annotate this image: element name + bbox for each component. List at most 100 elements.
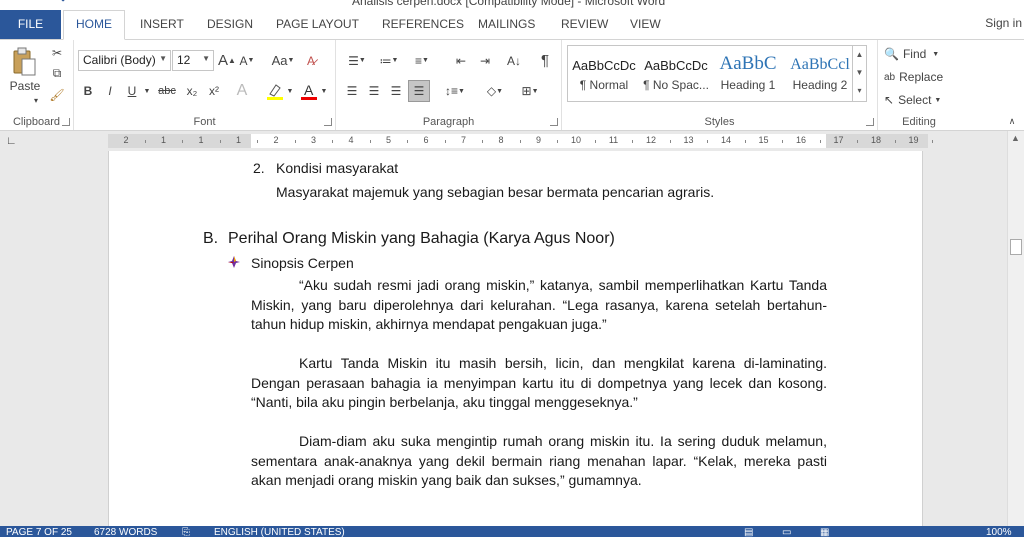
style-no-spacing[interactable]: AaBbCcDc ¶ No Spac... bbox=[640, 46, 712, 101]
ribbon: Paste ▾ ✂ ⧉ 🖌 Clipboard Calibri (Body) ▼… bbox=[0, 39, 1024, 131]
text-effects-icon[interactable]: A bbox=[232, 81, 252, 101]
font-color-icon[interactable]: A bbox=[298, 81, 320, 101]
italic-button[interactable]: I bbox=[100, 81, 120, 101]
style-normal[interactable]: AaBbCcDc ¶ Normal bbox=[568, 46, 640, 101]
word-count[interactable]: 6728 WORDS bbox=[94, 527, 157, 537]
tab-selector-icon[interactable]: ∟ bbox=[6, 135, 17, 147]
style-name: Heading 1 bbox=[720, 78, 776, 92]
style-name: Heading 2 bbox=[792, 78, 848, 92]
sub-heading: Sinopsis Cerpen bbox=[251, 255, 354, 271]
print-layout-icon[interactable]: ▭ bbox=[782, 527, 791, 537]
window-title: Analisis cerpen.docx [Compatibility Mode… bbox=[352, 0, 666, 8]
chevron-up-icon[interactable]: ▲ bbox=[853, 46, 866, 64]
paragraph: “Aku sudah resmi jadi orang miskin,” kat… bbox=[251, 277, 827, 332]
zoom-level[interactable]: 100% bbox=[986, 527, 1012, 537]
borders-icon[interactable]: ⊞ ▼ bbox=[514, 81, 546, 101]
styles-scroll[interactable]: ▲ ▼ ▾ bbox=[852, 46, 866, 101]
line-spacing-icon[interactable]: ↕≡ ▼ bbox=[440, 81, 470, 101]
strikethrough-button[interactable]: abc bbox=[154, 81, 180, 101]
paragraph-launcher-icon[interactable] bbox=[550, 118, 558, 126]
highlight-dropdown-icon[interactable]: ▼ bbox=[286, 81, 294, 101]
web-layout-icon[interactable]: ▦ bbox=[820, 527, 829, 537]
tab-design[interactable]: DESIGN bbox=[207, 17, 253, 31]
styles-launcher-icon[interactable] bbox=[866, 118, 874, 126]
font-family-select[interactable]: Calibri (Body) ▼ bbox=[78, 50, 171, 71]
underline-button[interactable]: U bbox=[122, 81, 142, 101]
shrink-font-button[interactable]: A ▼ bbox=[238, 50, 256, 71]
vertical-scrollbar[interactable]: ▲ bbox=[1007, 131, 1024, 526]
align-left-icon[interactable]: ☰ bbox=[342, 81, 362, 101]
undo-icon[interactable]: ↶ bbox=[60, 0, 71, 8]
document-page[interactable]: 2. Kondisi masyarakat Masyarakat majemuk… bbox=[108, 151, 923, 526]
tab-page-layout[interactable]: PAGE LAYOUT bbox=[276, 17, 359, 31]
replace-button[interactable]: ab Replace bbox=[884, 67, 960, 87]
find-icon: 🔍 bbox=[884, 47, 899, 61]
align-center-icon[interactable]: ☰ bbox=[364, 81, 384, 101]
sign-in-link[interactable]: Sign in bbox=[985, 16, 1022, 30]
change-case-icon: Aa bbox=[271, 53, 288, 68]
cut-icon[interactable]: ✂ bbox=[48, 44, 66, 62]
clipboard-launcher-icon[interactable] bbox=[62, 118, 70, 126]
paste-icon[interactable] bbox=[6, 46, 42, 78]
decrease-indent-icon[interactable]: ⇤ bbox=[450, 50, 472, 71]
highlight-icon[interactable] bbox=[264, 81, 286, 101]
read-mode-icon[interactable]: ▤ bbox=[744, 527, 753, 537]
font-launcher-icon[interactable] bbox=[324, 118, 332, 126]
style-heading-1[interactable]: AaBbC Heading 1 bbox=[712, 46, 784, 101]
change-case-button[interactable]: Aa ▼ bbox=[268, 50, 298, 71]
paragraph-group-label: Paragraph bbox=[422, 116, 475, 128]
ruler-tick bbox=[294, 140, 296, 143]
justify-icon[interactable]: ☰ bbox=[408, 80, 430, 102]
tab-file[interactable]: FILE bbox=[0, 10, 61, 39]
more-styles-icon[interactable]: ▾ bbox=[853, 82, 866, 100]
chevron-down-icon[interactable]: ▼ bbox=[853, 64, 866, 82]
ruler-tick bbox=[632, 140, 634, 143]
font-size-value: 12 bbox=[177, 53, 191, 67]
numbering-icon[interactable]: ≔ ▼ bbox=[374, 50, 404, 71]
bold-button[interactable]: B bbox=[78, 81, 98, 101]
bullets-icon[interactable]: ☰ ▼ bbox=[342, 50, 372, 71]
collapse-ribbon-icon[interactable]: ∧ bbox=[1004, 114, 1020, 128]
superscript-button[interactable]: x² bbox=[204, 81, 224, 101]
style-heading-2[interactable]: AaBbCcl Heading 2 bbox=[784, 46, 856, 101]
tab-references[interactable]: REFERENCES bbox=[382, 17, 464, 31]
font-size-select[interactable]: 12 ▼ bbox=[172, 50, 214, 71]
tab-review[interactable]: REVIEW bbox=[561, 17, 608, 31]
grow-font-button[interactable]: A ▲ bbox=[218, 50, 236, 71]
font-color-dropdown-icon[interactable]: ▼ bbox=[320, 81, 328, 101]
proofing-icon[interactable]: ⎘ bbox=[182, 527, 190, 537]
page-count[interactable]: PAGE 7 OF 25 bbox=[6, 527, 72, 537]
ruler-tick bbox=[444, 140, 446, 143]
align-right-icon[interactable]: ☰ bbox=[386, 81, 406, 101]
section-heading: Perihal Orang Miskin yang Bahagia (Karya… bbox=[228, 230, 615, 247]
document-area[interactable]: 2. Kondisi masyarakat Masyarakat majemuk… bbox=[0, 151, 1007, 526]
tab-insert[interactable]: INSERT bbox=[140, 17, 184, 31]
language[interactable]: ENGLISH (UNITED STATES) bbox=[214, 527, 345, 537]
status-bar: PAGE 7 OF 25 6728 WORDS ⎘ ENGLISH (UNITE… bbox=[0, 526, 1024, 537]
font-group-label: Font bbox=[193, 116, 216, 128]
underline-dropdown-icon[interactable]: ▼ bbox=[142, 81, 152, 101]
select-button[interactable]: ↖ Select ▼ bbox=[884, 90, 960, 110]
style-name: ¶ Normal bbox=[579, 78, 629, 92]
shading-icon[interactable]: ◇ ▼ bbox=[480, 81, 510, 101]
increase-indent-icon[interactable]: ⇥ bbox=[474, 50, 496, 71]
sort-icon[interactable]: A↓ bbox=[502, 50, 526, 71]
clear-formatting-icon[interactable]: A̷ bbox=[300, 50, 322, 71]
multilevel-list-icon[interactable]: ≡ ▼ bbox=[406, 50, 438, 71]
ruler-number: 9 bbox=[535, 135, 542, 145]
list-item-number: 2. bbox=[253, 160, 265, 176]
show-marks-button[interactable]: ¶ bbox=[534, 50, 556, 71]
format-painter-icon[interactable]: 🖌 bbox=[48, 86, 66, 104]
tab-mailings[interactable]: MAILINGS bbox=[478, 17, 535, 31]
scrollbar-thumb[interactable] bbox=[1010, 239, 1022, 255]
copy-icon[interactable]: ⧉ bbox=[48, 64, 66, 82]
paste-dropdown-icon[interactable]: ▾ bbox=[28, 94, 44, 106]
chevron-down-icon: ▼ bbox=[202, 54, 210, 63]
find-button[interactable]: 🔍 Find ▼ bbox=[884, 44, 954, 64]
paste-button[interactable]: Paste bbox=[4, 78, 46, 94]
tab-home[interactable]: HOME bbox=[63, 10, 125, 40]
subscript-button[interactable]: x₂ bbox=[182, 81, 202, 101]
horizontal-ruler[interactable]: 2 1 1 1 2 3 4 5 6 7 8 9 10 11 12 13 14 15 16 17 18 19 bbox=[108, 134, 934, 148]
tab-view[interactable]: VIEW bbox=[630, 17, 661, 31]
scroll-up-icon[interactable]: ▲ bbox=[1011, 133, 1020, 143]
